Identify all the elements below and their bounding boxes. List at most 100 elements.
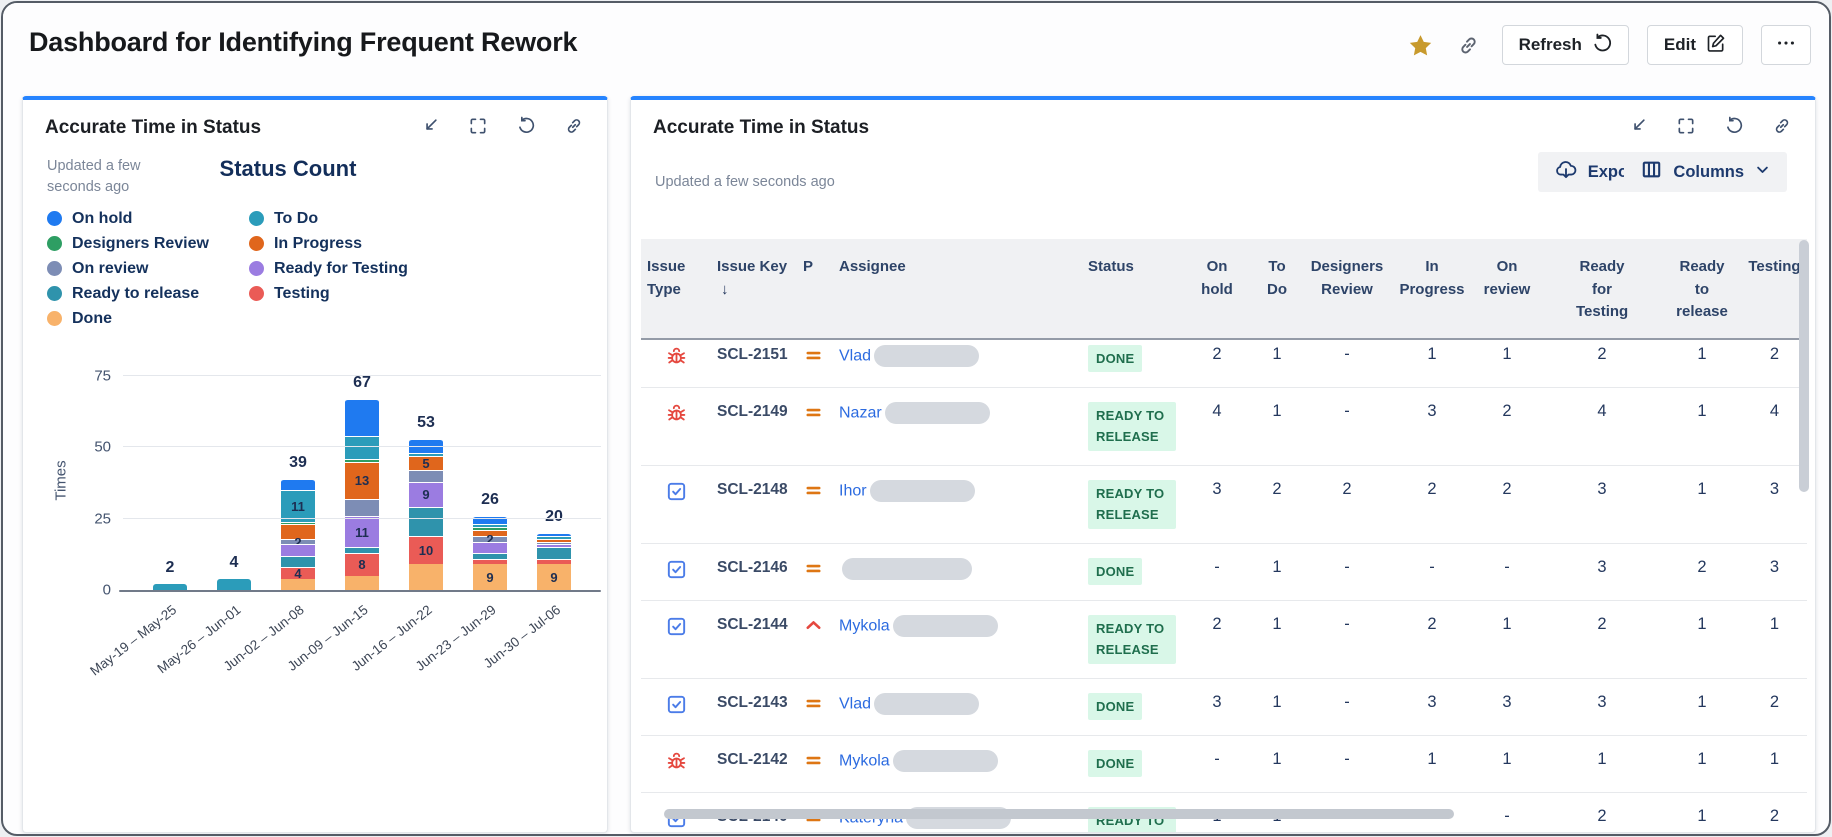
legend-item[interactable]: To Do <box>248 206 408 231</box>
bar-segment[interactable]: 4 <box>281 567 315 580</box>
assignee-link[interactable]: Vlad <box>839 347 871 364</box>
column-header-on-review[interactable]: On review <box>1472 256 1542 301</box>
share-link-icon[interactable] <box>1454 30 1484 60</box>
bar-stack[interactable] <box>153 584 187 590</box>
legend-item[interactable]: Designers Review <box>47 231 209 256</box>
bar-segment[interactable] <box>281 578 315 590</box>
vertical-scrollbar[interactable] <box>1799 240 1809 492</box>
assignee-cell <box>833 557 1082 580</box>
bar-segment[interactable]: 8 <box>345 552 379 576</box>
column-header-status[interactable]: Status <box>1082 256 1182 279</box>
bar-segment[interactable] <box>345 436 379 459</box>
columns-button[interactable]: Columns <box>1624 152 1787 192</box>
link-gadget-icon[interactable] <box>1771 115 1793 137</box>
bar-stack[interactable]: 8 11 13 <box>345 398 379 590</box>
bar-segment[interactable]: 5 <box>409 455 443 471</box>
bar-segment[interactable] <box>281 478 315 491</box>
bar-segment[interactable] <box>281 544 315 556</box>
legend-item[interactable]: Ready for Testing <box>248 256 408 281</box>
legend-item[interactable]: On hold <box>47 206 209 231</box>
column-header-issue-type[interactable]: Issue Type <box>641 256 711 301</box>
bar-segment[interactable] <box>409 507 443 536</box>
bar-segment[interactable] <box>345 575 379 590</box>
bar-segment[interactable] <box>409 470 443 482</box>
column-header-p[interactable]: P <box>797 256 833 279</box>
bar-segment[interactable]: 9 <box>409 481 443 508</box>
assignee-link[interactable]: Mykola <box>839 617 890 634</box>
collapse-icon[interactable] <box>419 115 441 137</box>
table-row[interactable]: SCL-2144 Mykola READY TO RELEASE 2 1 - 2 1 2 1 1 <box>641 601 1807 679</box>
bar-segment[interactable]: 10 <box>409 535 443 565</box>
bar-segment[interactable] <box>537 547 571 559</box>
legend-item[interactable]: Ready to release <box>47 281 209 306</box>
column-header-issue-key[interactable]: Issue Key ↓ <box>711 256 797 301</box>
refresh-button[interactable]: Refresh <box>1501 25 1629 65</box>
column-header-designers-review[interactable]: Designers Review <box>1302 256 1392 301</box>
gridline <box>123 375 601 376</box>
bar-stack[interactable]: 10 9 5 <box>409 438 443 590</box>
table-row[interactable]: SCL-2151 Vlad DONE 2 1 - 1 1 2 1 2 <box>641 331 1807 388</box>
column-header-ready-for-testing[interactable]: Ready for Testing <box>1542 256 1662 324</box>
reload-gadget-icon[interactable] <box>1723 115 1745 137</box>
bar-segment[interactable]: 13 <box>345 461 379 499</box>
assignee-link[interactable]: Vlad <box>839 695 871 712</box>
expand-icon[interactable] <box>1675 115 1697 137</box>
y-tick-label: 75 <box>94 367 111 385</box>
column-header-ready-to-release[interactable]: Ready to release <box>1662 256 1742 324</box>
status-count-cell: 3 <box>1769 479 1780 498</box>
favorite-star-icon[interactable] <box>1406 30 1436 60</box>
legend-item[interactable]: Done <box>47 306 209 331</box>
export-cloud-download-icon <box>1555 159 1577 186</box>
bar-segment[interactable]: 9 <box>537 564 571 590</box>
bar-segment[interactable] <box>217 578 251 590</box>
reload-gadget-icon[interactable] <box>515 115 537 137</box>
chart-bars: 2 May-19 – May-25 4 May-26 – Jun-01 4 2 11 39 Ju… <box>87 374 601 678</box>
column-header-to-do[interactable]: To Do <box>1252 256 1302 301</box>
bug-icon <box>665 750 688 778</box>
column-header-on-hold[interactable]: On hold <box>1182 256 1252 301</box>
assignee-link[interactable]: Mykola <box>839 752 890 769</box>
link-gadget-icon[interactable] <box>563 115 585 137</box>
bar-segment[interactable]: 11 <box>345 515 379 548</box>
bar-segment[interactable] <box>345 498 379 516</box>
column-header-testing[interactable]: Testing <box>1742 256 1807 279</box>
assignee-link[interactable]: Nazar <box>839 404 882 421</box>
status-cell: DONE <box>1082 692 1182 721</box>
column-header-assignee[interactable]: Assignee <box>833 256 1082 279</box>
legend-dot <box>47 261 62 276</box>
collapse-icon[interactable] <box>1627 115 1649 137</box>
horizontal-scrollbar[interactable] <box>664 809 1454 819</box>
priority-cell <box>797 615 833 641</box>
assignee-link[interactable]: Ihor <box>839 482 867 499</box>
bar-segment[interactable] <box>409 564 443 590</box>
table-row[interactable]: SCL-2142 Mykola DONE - 1 - 1 1 1 1 1 <box>641 736 1807 793</box>
bar-stack[interactable]: 4 2 11 <box>281 478 315 590</box>
table-row[interactable]: SCL-2148 Ihor READY TO RELEASE 3 2 2 2 2 3 1 3 <box>641 466 1807 544</box>
bar-7: 9 20 Jun-30 – Jul-06 <box>481 376 571 671</box>
issue-key-cell: SCL-2149 <box>711 402 797 421</box>
bar-stack[interactable] <box>217 578 251 590</box>
bar-segment[interactable] <box>345 398 379 436</box>
bar-segment[interactable] <box>473 541 507 553</box>
table-gadget-title: Accurate Time in Status <box>653 117 870 138</box>
table-row[interactable]: SCL-2149 Nazar READY TO RELEASE 4 1 - 3 2 4 1 4 <box>641 388 1807 466</box>
status-count-cell: - <box>1214 749 1220 768</box>
bar-segment[interactable] <box>153 584 187 590</box>
legend-item[interactable]: Testing <box>248 281 408 306</box>
legend-item[interactable]: On review <box>47 256 209 281</box>
column-header-in-progress[interactable]: In Progress <box>1392 256 1472 301</box>
table-row[interactable]: SCL-2146 DONE - 1 - - - 3 2 3 <box>641 544 1807 601</box>
issue-type-cell <box>641 402 711 430</box>
bar-stack[interactable]: 9 <box>537 533 571 590</box>
status-cell: READY TO RELEASE <box>1082 614 1182 664</box>
table-row[interactable]: SCL-2143 Vlad DONE 3 1 - 3 3 3 1 2 <box>641 679 1807 736</box>
status-count-cell: 1 <box>1272 692 1282 711</box>
status-count-cell: 2 <box>1769 806 1780 825</box>
redacted-assignee <box>892 614 998 637</box>
legend-item[interactable]: In Progress <box>248 231 408 256</box>
edit-button[interactable]: Edit <box>1646 25 1743 65</box>
expand-icon[interactable] <box>467 115 489 137</box>
bar-stack[interactable]: 92 <box>473 515 507 590</box>
bar-segment[interactable]: 9 <box>473 564 507 590</box>
more-button[interactable] <box>1761 25 1811 65</box>
